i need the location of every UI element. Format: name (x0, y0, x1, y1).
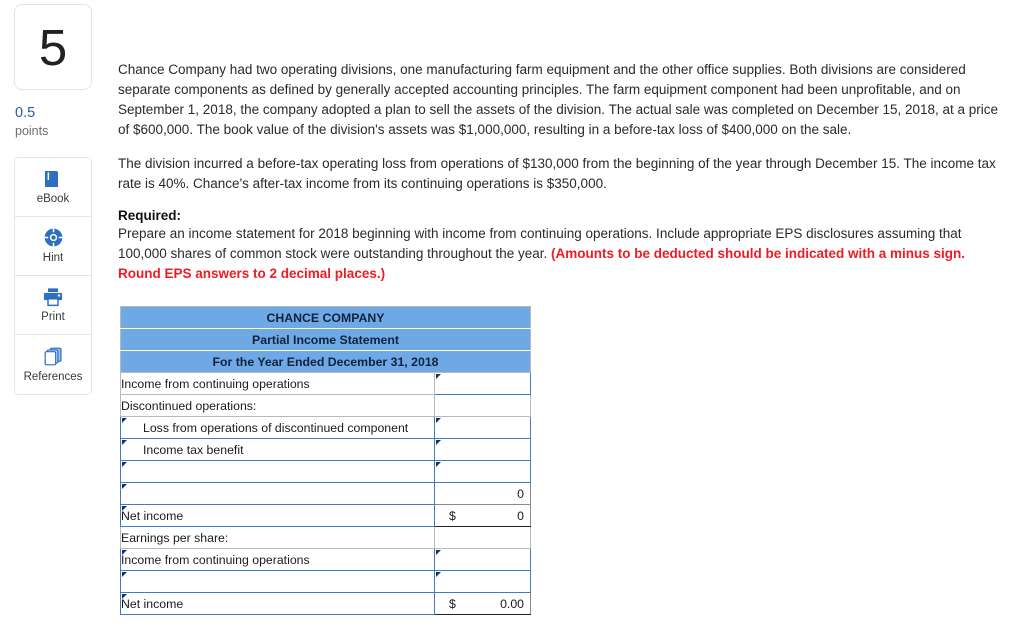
statement-title-cell: Partial Income Statement (120, 328, 531, 351)
row-label-1: Discontinued operations: (120, 394, 435, 417)
row-input-4[interactable] (434, 460, 531, 483)
required-heading: Required: (118, 208, 182, 224)
partial-income-statement-table: CHANCE COMPANY Partial Income Statement … (120, 306, 531, 615)
question-sidebar: 5 0.5 points eBook Hint Print References (14, 4, 94, 395)
table-row: Income from continuing operations (120, 548, 531, 571)
statement-header-row-3: For the Year Ended December 31, 2018 (120, 350, 531, 373)
table-row: 0 (120, 482, 531, 505)
row-label-0: Income from continuing operations (120, 372, 435, 395)
table-row: Net income $ 0.00 (120, 592, 531, 615)
book-icon (42, 169, 64, 189)
row-label-input-10[interactable]: Net income (120, 592, 435, 615)
row-label-input-6[interactable]: Net income (120, 504, 435, 527)
row-input-9[interactable] (434, 570, 531, 593)
table-row (120, 460, 531, 483)
question-page: 5 0.5 points eBook Hint Print References… (0, 0, 1024, 637)
statement-table: CHANCE COMPANY Partial Income Statement … (120, 306, 531, 615)
lifebuoy-icon (43, 227, 64, 248)
row-label-input-8[interactable]: Income from continuing operations (120, 548, 435, 571)
question-body: Chance Company had two operating divisio… (118, 60, 1008, 284)
print-button[interactable]: Print (15, 275, 91, 335)
statement-header-row-1: CHANCE COMPANY (120, 306, 531, 329)
references-label: References (23, 370, 83, 383)
row-dollar-6: $ (449, 508, 456, 523)
row-result-10: $ 0.00 (434, 592, 531, 615)
row-input-8[interactable] (434, 548, 531, 571)
row-label-input-2[interactable]: Loss from operations of discontinued com… (120, 416, 435, 439)
references-button[interactable]: References (15, 334, 91, 394)
row-input-0[interactable] (434, 372, 531, 395)
table-row: Discontinued operations: (120, 394, 531, 417)
statement-period-cell: For the Year Ended December 31, 2018 (120, 350, 531, 373)
statement-table-body: CHANCE COMPANY Partial Income Statement … (120, 306, 531, 615)
points-value: 0.5 (15, 105, 36, 121)
statement-header-row-2: Partial Income Statement (120, 328, 531, 351)
tool-button-stack: eBook Hint Print References (14, 156, 92, 395)
print-label: Print (41, 310, 65, 323)
company-name-cell: CHANCE COMPANY (120, 306, 531, 329)
points-label: points (15, 123, 49, 138)
printer-icon (42, 287, 64, 307)
row-label-7: Earnings per share: (120, 526, 435, 549)
question-number: 5 (38, 18, 68, 76)
ebook-button[interactable]: eBook (15, 157, 91, 217)
row-result-6: $ 0 (434, 504, 531, 527)
hint-button[interactable]: Hint (15, 216, 91, 276)
table-row: Net income $ 0 (120, 504, 531, 527)
row-label-input-5[interactable] (120, 482, 435, 505)
table-row: Earnings per share: (120, 526, 531, 549)
row-label-input-4[interactable] (120, 460, 435, 483)
row-input-3[interactable] (434, 438, 531, 461)
table-row: Income tax benefit (120, 438, 531, 461)
hint-label: Hint (42, 252, 64, 265)
problem-paragraph-1: Chance Company had two operating divisio… (118, 62, 999, 137)
table-row: Income from continuing operations (120, 372, 531, 395)
row-blank-1 (434, 394, 531, 417)
row-label-input-9[interactable] (120, 570, 435, 593)
required-text-block: Prepare an income statement for 2018 beg… (118, 224, 1000, 284)
table-row (120, 570, 531, 593)
points-block: 0.5 points (14, 105, 94, 139)
table-row: Loss from operations of discontinued com… (120, 416, 531, 439)
row-dollar-10: $ (449, 596, 456, 611)
row-value-5: 0 (517, 486, 524, 501)
copy-icon (43, 346, 64, 367)
row-label-input-3[interactable]: Income tax benefit (120, 438, 435, 461)
ebook-label: eBook (36, 192, 70, 205)
row-input-2[interactable] (434, 416, 531, 439)
question-number-box: 5 (14, 4, 92, 90)
problem-paragraph-2: The division incurred a before-tax opera… (118, 156, 996, 192)
row-blank-7 (434, 526, 531, 549)
row-result-5: 0 (434, 482, 531, 505)
